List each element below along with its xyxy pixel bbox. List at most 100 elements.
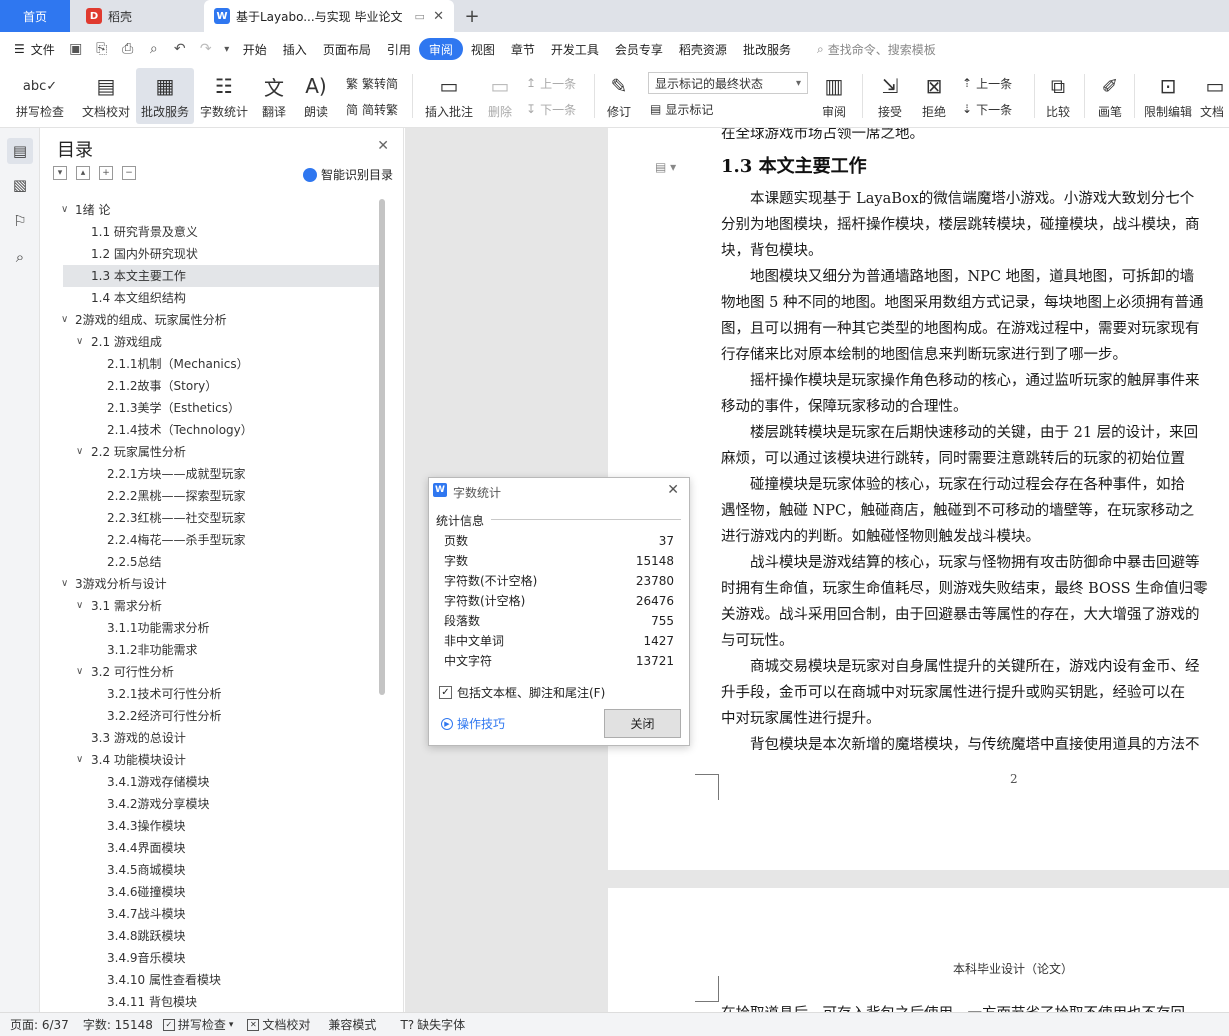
undo-icon[interactable]: ↶: [167, 38, 193, 60]
toc-item[interactable]: 3.4.11 背包模块: [49, 991, 379, 1008]
review-pane-button[interactable]: ▥ 审阅: [814, 68, 854, 124]
translate-button[interactable]: 文 翻译: [255, 68, 293, 124]
close-button[interactable]: 关闭: [604, 709, 681, 738]
print-icon[interactable]: ⎙: [115, 38, 141, 60]
toc-item[interactable]: 1.4 本文组织结构: [49, 287, 379, 309]
menu-review[interactable]: 审阅: [418, 38, 463, 60]
toc-item[interactable]: 2.1.3美学（Esthetics）: [49, 397, 379, 419]
word-count-indicator[interactable]: 字数: 15148: [83, 1016, 153, 1033]
toc-item[interactable]: 3.4.5商城模块: [49, 859, 379, 881]
toc-pane-icon[interactable]: ▤: [7, 138, 33, 164]
delete-comment-button[interactable]: ▭ 删除: [480, 68, 520, 124]
spell-check-status[interactable]: ✓ 拼写检查 ▾: [162, 1016, 233, 1033]
track-changes-button[interactable]: ✎ 修订: [600, 68, 638, 124]
expand-arrow-icon[interactable]: ∨: [61, 309, 68, 331]
expand-all-icon[interactable]: ▾: [53, 166, 67, 180]
redo-icon[interactable]: ↷: [193, 38, 219, 60]
quick-access-dropdown-icon[interactable]: ▾: [219, 38, 235, 60]
doc-proof-status[interactable]: ✕ 文档校对: [247, 1016, 310, 1033]
collapse-all-icon[interactable]: ▴: [76, 166, 90, 180]
menu-developer[interactable]: 开发工具: [543, 38, 607, 60]
simp-to-trad-button[interactable]: 简 简转繁: [346, 98, 398, 120]
toc-item[interactable]: 2.1.4技术（Technology）: [49, 419, 379, 441]
toc-item[interactable]: 2.1.2故事（Story）: [49, 375, 379, 397]
expand-arrow-icon[interactable]: ∨: [76, 441, 83, 463]
toc-item[interactable]: 2.2.4梅花——杀手型玩家: [49, 529, 379, 551]
toc-item[interactable]: 2.2.3红桃——社交型玩家: [49, 507, 379, 529]
remove-heading-icon[interactable]: −: [122, 166, 136, 180]
expand-arrow-icon[interactable]: ∨: [76, 595, 83, 617]
toc-item[interactable]: ∨ 2游戏的组成、玩家属性分析: [49, 309, 379, 331]
toc-item[interactable]: 2.2.5总结: [49, 551, 379, 573]
pen-button[interactable]: ✐ 画笔: [1092, 68, 1128, 124]
tab-close-icon[interactable]: ✕: [433, 9, 444, 24]
toc-item[interactable]: 3.4.3操作模块: [49, 815, 379, 837]
expand-arrow-icon[interactable]: ∨: [76, 331, 83, 353]
save-icon[interactable]: ▣: [63, 38, 89, 60]
expand-arrow-icon[interactable]: ∨: [76, 661, 83, 683]
menu-chapter[interactable]: 章节: [503, 38, 543, 60]
doc-proof-button[interactable]: ▤ 文档校对: [78, 68, 134, 124]
next-comment-button[interactable]: ↧ 下一条: [526, 98, 576, 120]
expand-arrow-icon[interactable]: ∨: [76, 749, 83, 771]
toc-item[interactable]: 3.4.8跳跃模块: [49, 925, 379, 947]
insert-comment-button[interactable]: ▭ 插入批注: [420, 68, 478, 124]
prev-comment-button[interactable]: ↥ 上一条: [526, 72, 576, 94]
toc-item[interactable]: 3.4.6碰撞模块: [49, 881, 379, 903]
word-count-button[interactable]: ☷ 字数统计: [197, 68, 251, 124]
spell-check-button[interactable]: abc✓ 拼写检查: [8, 68, 72, 124]
toc-item[interactable]: 3.4.7战斗模块: [49, 903, 379, 925]
doc-permission-button[interactable]: ▭ 文档: [1200, 68, 1229, 124]
tab-daoke[interactable]: D 稻壳: [74, 0, 204, 32]
expand-arrow-icon[interactable]: ∨: [61, 573, 68, 595]
bookmark-icon[interactable]: ⚐: [7, 208, 33, 234]
menu-daoke-resources[interactable]: 稻壳资源: [671, 38, 735, 60]
restrict-edit-button[interactable]: ⊡ 限制编辑: [1140, 68, 1196, 124]
next-change-button[interactable]: ⇣ 下一条: [962, 98, 1012, 120]
new-tab-button[interactable]: +: [458, 0, 486, 32]
tips-link[interactable]: ▶ 操作技巧: [441, 715, 505, 732]
missing-font-status[interactable]: T? 缺失字体: [400, 1016, 465, 1033]
toc-scrollbar[interactable]: [379, 199, 385, 695]
reject-button[interactable]: ⊠ 拒绝: [914, 68, 954, 124]
toc-item[interactable]: 3.2.2经济可行性分析: [49, 705, 379, 727]
menu-review-service[interactable]: 批改服务: [735, 38, 799, 60]
toc-item[interactable]: 2.1.1机制（Mechanics）: [49, 353, 379, 375]
toc-item[interactable]: 1.1 研究背景及意义: [49, 221, 379, 243]
cloud-sync-icon[interactable]: ▭: [415, 10, 425, 23]
export-pdf-icon[interactable]: ⎘: [89, 38, 115, 60]
show-markup-button[interactable]: ▤ 显示标记: [650, 98, 713, 120]
toc-item[interactable]: 3.1.2非功能需求: [49, 639, 379, 661]
toc-item[interactable]: ∨ 2.1 游戏组成: [49, 331, 379, 353]
file-menu[interactable]: ☰ 文件: [0, 38, 63, 60]
toc-item[interactable]: ∨ 3游戏分析与设计: [49, 573, 379, 595]
tab-home[interactable]: 首页: [0, 0, 70, 32]
close-icon[interactable]: ✕: [377, 138, 389, 154]
menu-insert[interactable]: 插入: [275, 38, 315, 60]
toc-item[interactable]: 3.2.1技术可行性分析: [49, 683, 379, 705]
toc-item[interactable]: 1.2 国内外研究现状: [49, 243, 379, 265]
toc-item[interactable]: ∨ 1绪 论: [49, 199, 379, 221]
command-search[interactable]: ⌕ 查找命令、搜索模板: [809, 38, 944, 60]
toc-item[interactable]: ∨ 3.2 可行性分析: [49, 661, 379, 683]
expand-arrow-icon[interactable]: ∨: [61, 199, 68, 221]
toc-item[interactable]: 3.3 游戏的总设计: [49, 727, 379, 749]
trad-to-simp-button[interactable]: 繁 繁转简: [346, 72, 398, 94]
menu-page-layout[interactable]: 页面布局: [315, 38, 379, 60]
toc-item[interactable]: 3.4.1游戏存储模块: [49, 771, 379, 793]
toc-item[interactable]: 3.4.9音乐模块: [49, 947, 379, 969]
toc-item[interactable]: 3.4.2游戏分享模块: [49, 793, 379, 815]
markup-state-select[interactable]: 显示标记的最终状态 ▾: [648, 72, 808, 94]
menu-start[interactable]: 开始: [235, 38, 275, 60]
menu-member[interactable]: 会员专享: [607, 38, 671, 60]
close-icon[interactable]: ✕: [667, 482, 679, 498]
toc-item[interactable]: 1.3 本文主要工作: [63, 265, 379, 287]
comment-gutter-icon[interactable]: ▤ ▾: [655, 160, 676, 174]
toc-item[interactable]: ∨ 3.1 需求分析: [49, 595, 379, 617]
toc-item[interactable]: 3.4.10 属性查看模块: [49, 969, 379, 991]
print-preview-icon[interactable]: ⌕: [141, 38, 167, 60]
accept-button[interactable]: ⇲ 接受: [870, 68, 910, 124]
toc-item[interactable]: ∨ 2.2 玩家属性分析: [49, 441, 379, 463]
include-textbox-checkbox[interactable]: ✓ 包括文本框、脚注和尾注(F): [439, 684, 605, 701]
toc-item[interactable]: ∨ 3.4 功能模块设计: [49, 749, 379, 771]
